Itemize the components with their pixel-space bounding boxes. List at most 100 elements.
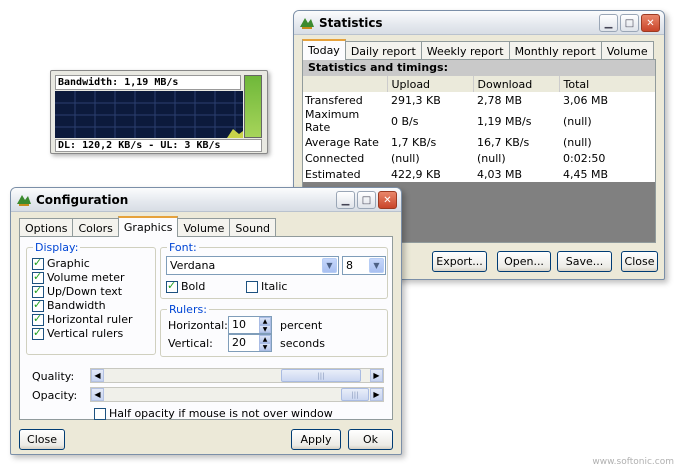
display-item-label: Vertical rulers bbox=[47, 327, 124, 340]
tab-options[interactable]: Options bbox=[19, 218, 74, 236]
opacity-slider-thumb[interactable]: ||| bbox=[341, 388, 369, 401]
scroll-left-icon[interactable]: ◀ bbox=[91, 369, 104, 382]
scroll-right-icon[interactable]: ▶ bbox=[370, 369, 383, 382]
opacity-label: Opacity: bbox=[32, 389, 78, 402]
table-row: Transfered 291,3 KB 2,78 MB 3,06 MB bbox=[303, 92, 655, 108]
bandwidth-status: DL: 120,2 KB/s - UL: 3 KB/s bbox=[55, 139, 262, 152]
checkbox-box[interactable] bbox=[32, 298, 44, 312]
checkbox-box[interactable] bbox=[32, 270, 44, 284]
apply-button[interactable]: Apply bbox=[291, 429, 341, 450]
display-checkbox-up-down-text[interactable]: Up/Down text bbox=[32, 284, 123, 298]
vertical-value: 20 bbox=[232, 336, 246, 349]
table-cell: (null) bbox=[477, 151, 506, 165]
open-button[interactable]: Open... bbox=[497, 251, 551, 272]
checkbox-box[interactable] bbox=[94, 407, 106, 420]
table-row: Average Rate 1,7 KB/s 16,7 KB/s (null) bbox=[303, 134, 655, 150]
chevron-down-icon[interactable]: ▼ bbox=[369, 258, 384, 273]
statistics-table: Upload Download Total Transfered 291,3 KB… bbox=[303, 76, 655, 182]
watermark: www.softonic.com bbox=[592, 457, 674, 467]
close-window-button[interactable]: ✕ bbox=[378, 191, 397, 209]
font-size-select[interactable]: 8 ▼ bbox=[342, 256, 386, 275]
tab-graphics[interactable]: Graphics bbox=[117, 216, 179, 237]
spin-down-icon[interactable]: ▼ bbox=[259, 343, 271, 351]
display-checkbox-vertical-rulers[interactable]: Vertical rulers bbox=[32, 326, 124, 340]
display-checkbox-volume-meter[interactable]: Volume meter bbox=[32, 270, 125, 284]
ok-button[interactable]: Ok bbox=[348, 429, 393, 450]
app-icon bbox=[300, 17, 314, 29]
chevron-down-icon[interactable]: ▼ bbox=[322, 258, 337, 273]
half-opacity-checkbox[interactable]: Half opacity if mouse is not over window bbox=[94, 407, 333, 420]
spin-up-icon[interactable]: ▲ bbox=[259, 317, 271, 325]
vertical-label: Vertical: bbox=[168, 337, 213, 350]
bold-checkbox[interactable]: Bold bbox=[166, 279, 205, 293]
export-button[interactable]: Export... bbox=[432, 251, 487, 272]
spin-up-icon[interactable]: ▲ bbox=[259, 335, 271, 343]
minimize-button[interactable]: ▁ bbox=[599, 14, 618, 32]
column-header: Download bbox=[473, 76, 560, 92]
graphics-panel: Display: GraphicVolume meterUp/Down text… bbox=[19, 236, 393, 420]
quality-slider-thumb[interactable]: ||| bbox=[281, 369, 361, 382]
tab-sound[interactable]: Sound bbox=[229, 218, 277, 236]
table-cell: Estimated bbox=[305, 167, 361, 181]
close-window-button[interactable]: ✕ bbox=[641, 14, 660, 32]
app-icon bbox=[17, 194, 31, 206]
vertical-spinner[interactable]: 20 ▲ ▼ bbox=[228, 334, 272, 352]
tab-colors[interactable]: Colors bbox=[72, 218, 119, 236]
close-button[interactable]: Close bbox=[621, 251, 658, 272]
configuration-tabs: Options Colors Graphics Volume Sound bbox=[19, 216, 277, 237]
scroll-left-icon[interactable]: ◀ bbox=[91, 388, 104, 401]
table-cell: Average Rate bbox=[305, 135, 379, 149]
quality-label: Quality: bbox=[32, 370, 75, 383]
checkbox-box[interactable] bbox=[32, 326, 44, 340]
bandwidth-graph-svg bbox=[55, 91, 243, 138]
display-item-label: Up/Down text bbox=[47, 285, 123, 298]
column-header bbox=[303, 76, 388, 92]
vertical-unit: seconds bbox=[280, 337, 325, 350]
table-cell: 0:02:50 bbox=[563, 151, 606, 165]
statistics-tabs: Today Daily report Weekly report Monthly… bbox=[302, 39, 654, 60]
save-button[interactable]: Save... bbox=[557, 251, 612, 272]
maximize-button[interactable]: □ bbox=[357, 191, 376, 209]
display-checkbox-graphic[interactable]: Graphic bbox=[32, 256, 90, 270]
spin-down-icon[interactable]: ▼ bbox=[259, 325, 271, 333]
statistics-section-title: Statistics and timings: bbox=[303, 60, 655, 76]
tab-volume[interactable]: Volume bbox=[177, 218, 231, 236]
display-item-label: Bandwidth bbox=[47, 299, 106, 312]
checkbox-box[interactable] bbox=[32, 256, 44, 270]
table-header: Upload Download Total bbox=[303, 76, 655, 92]
checkbox-box[interactable] bbox=[246, 280, 258, 293]
checkbox-box[interactable] bbox=[32, 312, 44, 326]
font-size-value: 8 bbox=[346, 259, 353, 272]
quality-slider[interactable]: ◀ ||| ▶ bbox=[90, 368, 384, 383]
tab-monthly-report[interactable]: Monthly report bbox=[508, 41, 602, 59]
tab-daily-report[interactable]: Daily report bbox=[344, 41, 422, 59]
checkbox-box[interactable] bbox=[166, 279, 178, 293]
maximize-button[interactable]: □ bbox=[620, 14, 639, 32]
table-cell: 4,03 MB bbox=[477, 167, 523, 181]
minimize-button[interactable]: ▁ bbox=[336, 191, 355, 209]
horizontal-spinner[interactable]: 10 ▲ ▼ bbox=[228, 316, 272, 334]
checkbox-box[interactable] bbox=[32, 284, 44, 298]
display-checkbox-horizontal-ruler[interactable]: Horizontal ruler bbox=[32, 312, 133, 326]
scroll-right-icon[interactable]: ▶ bbox=[370, 388, 383, 401]
configuration-titlebar[interactable]: Configuration ▁ □ ✕ bbox=[11, 188, 401, 212]
font-name-value: Verdana bbox=[170, 259, 216, 272]
statistics-titlebar[interactable]: Statistics ▁ □ ✕ bbox=[294, 11, 664, 35]
font-legend: Font: bbox=[167, 241, 199, 254]
display-checkbox-bandwidth[interactable]: Bandwidth bbox=[32, 298, 106, 312]
tab-today[interactable]: Today bbox=[302, 39, 346, 60]
tab-weekly-report[interactable]: Weekly report bbox=[420, 41, 510, 59]
italic-checkbox[interactable]: Italic bbox=[246, 280, 287, 293]
tab-volume[interactable]: Volume bbox=[600, 41, 654, 59]
table-row: Connected (null) (null) 0:02:50 bbox=[303, 150, 655, 166]
table-cell: 3,06 MB bbox=[563, 93, 609, 107]
rulers-legend: Rulers: bbox=[167, 303, 209, 316]
close-button[interactable]: Close bbox=[19, 429, 65, 450]
table-cell: Connected bbox=[305, 151, 365, 165]
display-legend: Display: bbox=[33, 241, 81, 254]
opacity-slider[interactable]: ◀ ||| ▶ bbox=[90, 387, 384, 402]
table-cell: (null) bbox=[391, 151, 420, 165]
font-name-select[interactable]: Verdana ▼ bbox=[166, 256, 339, 275]
bandwidth-widget: Bandwidth: 1,19 MB/s DL: 120,2 KB/s - UL… bbox=[50, 70, 268, 154]
bandwidth-title: Bandwidth: 1,19 MB/s bbox=[55, 75, 241, 90]
